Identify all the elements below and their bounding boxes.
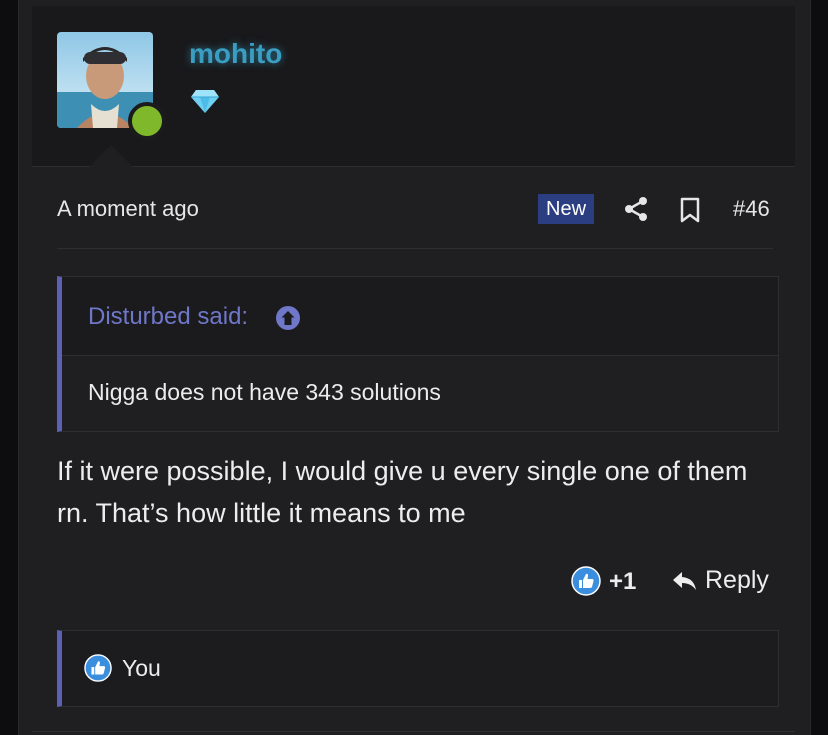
post-number[interactable]: #46: [733, 196, 770, 222]
username[interactable]: mohito: [189, 38, 282, 70]
divider: [32, 731, 795, 732]
like-icon: [84, 654, 112, 682]
bookmark-icon[interactable]: [678, 196, 702, 224]
share-icon[interactable]: [623, 196, 649, 222]
quote-block: Disturbed said: Nigga does not have 343 …: [57, 276, 779, 432]
arrow-up-circle-icon[interactable]: [275, 305, 301, 331]
user-block-pointer: [89, 145, 133, 167]
quote-header: Disturbed said:: [62, 277, 778, 356]
quote-author[interactable]: Disturbed said:: [88, 303, 248, 331]
online-status-indicator: [128, 102, 166, 140]
post-message: If it were possible, I would give u ever…: [57, 456, 748, 528]
post-time[interactable]: A moment ago: [57, 196, 199, 222]
divider: [57, 248, 773, 249]
new-badge: New: [538, 194, 595, 224]
post-meta: A moment ago New #46: [57, 194, 773, 224]
reactions-bar: You: [57, 630, 779, 707]
diamond-icon: [190, 88, 220, 114]
post-card: mohito A moment ago New #46 Disturbed sa…: [18, 0, 811, 735]
user-block: mohito: [32, 6, 795, 167]
like-count[interactable]: +1: [609, 568, 636, 596]
reply-label: Reply: [705, 566, 769, 594]
quote-text: Nigga does not have 343 solutions: [88, 379, 441, 405]
like-icon[interactable]: [571, 566, 601, 596]
reaction-users[interactable]: You: [122, 655, 161, 682]
reply-icon: [672, 570, 698, 592]
